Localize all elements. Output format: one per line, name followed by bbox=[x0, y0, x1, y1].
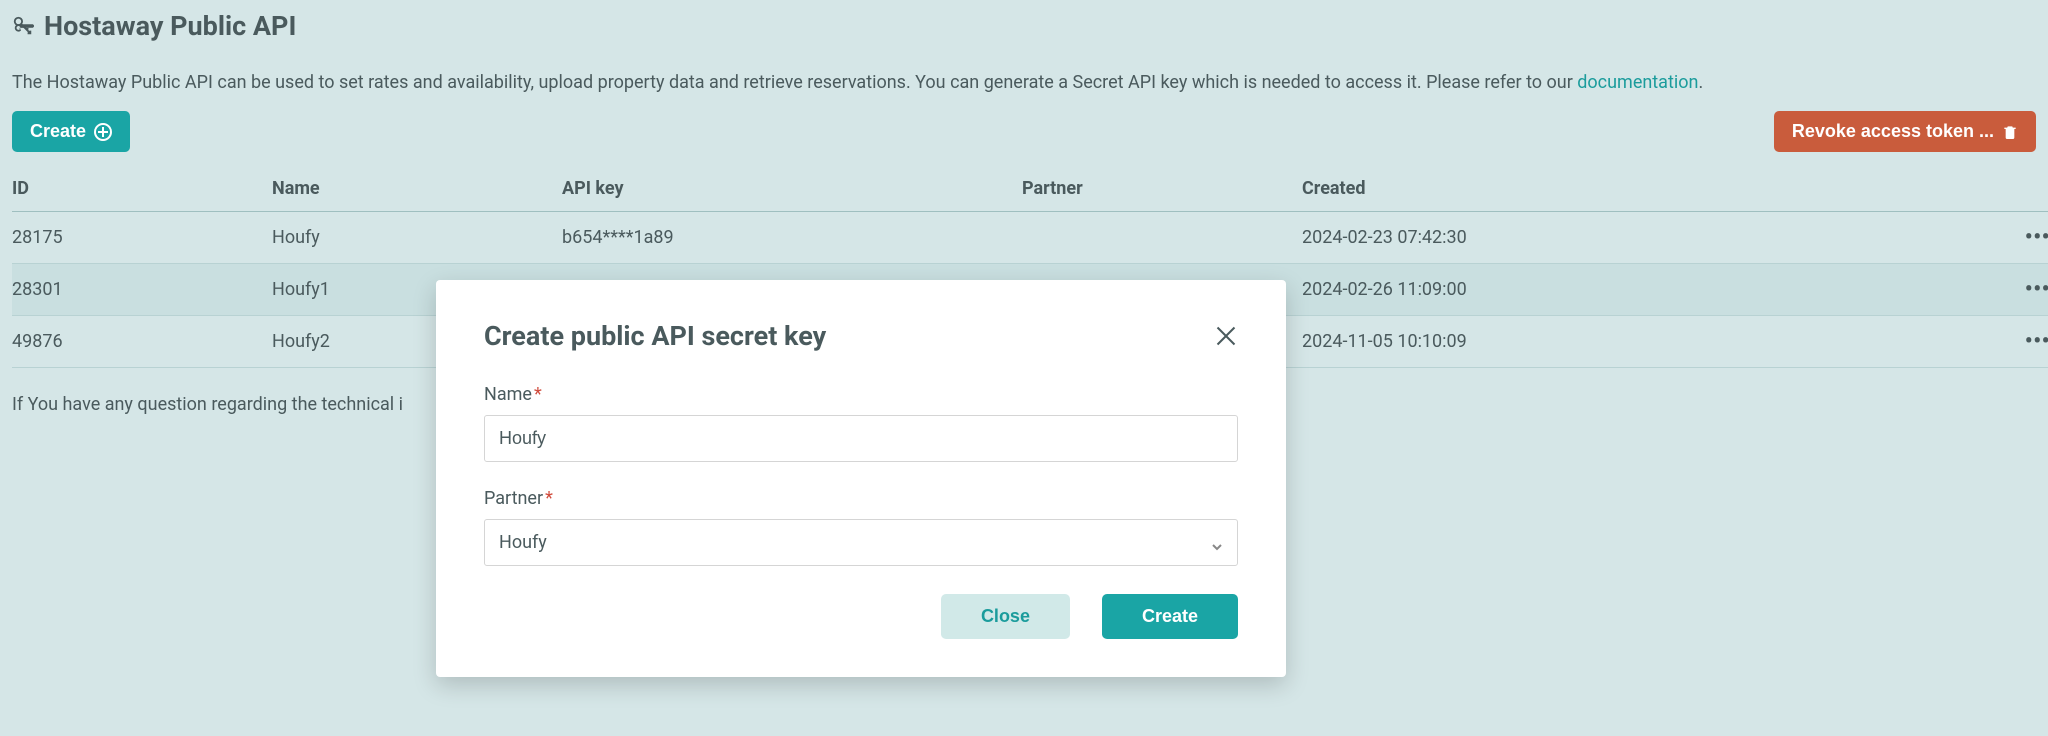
cell-id: 28301 bbox=[12, 264, 272, 316]
documentation-link[interactable]: documentation bbox=[1577, 72, 1698, 93]
name-label: Name* bbox=[484, 384, 1238, 405]
plus-circle-icon bbox=[94, 123, 112, 141]
description-text: The Hostaway Public API can be used to s… bbox=[12, 72, 1577, 93]
cell-apikey: b654****1a89 bbox=[562, 212, 1022, 264]
partner-selected-value: Houfy bbox=[499, 532, 547, 553]
cell-partner bbox=[1022, 212, 1302, 264]
th-actions bbox=[2002, 166, 2048, 212]
th-name: Name bbox=[272, 166, 562, 212]
modal-create-button[interactable]: Create bbox=[1102, 594, 1238, 639]
cell-created: 2024-02-23 07:42:30 bbox=[1302, 212, 2002, 264]
modal-title: Create public API secret key bbox=[484, 320, 826, 352]
actions-row: Create Revoke access token ... bbox=[12, 111, 2036, 152]
cell-created: 2024-02-26 11:09:00 bbox=[1302, 264, 2002, 316]
partner-select[interactable]: Houfy bbox=[484, 519, 1238, 566]
modal-close-button[interactable]: Close bbox=[941, 594, 1070, 639]
revoke-label: Revoke access token ... bbox=[1792, 121, 1994, 142]
name-input[interactable] bbox=[484, 415, 1238, 462]
row-actions-icon[interactable]: ••• bbox=[2025, 329, 2048, 354]
create-label: Create bbox=[30, 121, 86, 142]
page-description: The Hostaway Public API can be used to s… bbox=[12, 72, 2036, 93]
th-partner: Partner bbox=[1022, 166, 1302, 212]
row-actions-icon[interactable]: ••• bbox=[2025, 225, 2048, 250]
revoke-token-button[interactable]: Revoke access token ... bbox=[1774, 111, 2036, 152]
create-api-key-modal: Create public API secret key Name* Partn… bbox=[436, 280, 1286, 677]
name-label-text: Name bbox=[484, 384, 532, 405]
key-icon bbox=[12, 15, 34, 37]
partner-label-text: Partner bbox=[484, 488, 543, 509]
required-asterisk: * bbox=[545, 488, 553, 509]
table-row: 28175 Houfy b654****1a89 2024-02-23 07:4… bbox=[12, 212, 2048, 264]
required-asterisk: * bbox=[534, 384, 542, 405]
create-button[interactable]: Create bbox=[12, 111, 130, 152]
cell-id: 28175 bbox=[12, 212, 272, 264]
th-apikey: API key bbox=[562, 166, 1022, 212]
th-created: Created bbox=[1302, 166, 2002, 212]
page-header: Hostaway Public API bbox=[12, 10, 2036, 42]
chevron-down-icon bbox=[1211, 537, 1223, 549]
cell-created: 2024-11-05 10:10:09 bbox=[1302, 316, 2002, 368]
description-suffix: . bbox=[1698, 72, 1703, 93]
row-actions-icon[interactable]: ••• bbox=[2025, 277, 2048, 302]
th-id: ID bbox=[12, 166, 272, 212]
page-title: Hostaway Public API bbox=[44, 10, 296, 42]
partner-label: Partner* bbox=[484, 488, 1238, 509]
close-icon[interactable] bbox=[1214, 324, 1238, 348]
trash-icon bbox=[2002, 124, 2018, 140]
cell-id: 49876 bbox=[12, 316, 272, 368]
cell-name: Houfy bbox=[272, 212, 562, 264]
